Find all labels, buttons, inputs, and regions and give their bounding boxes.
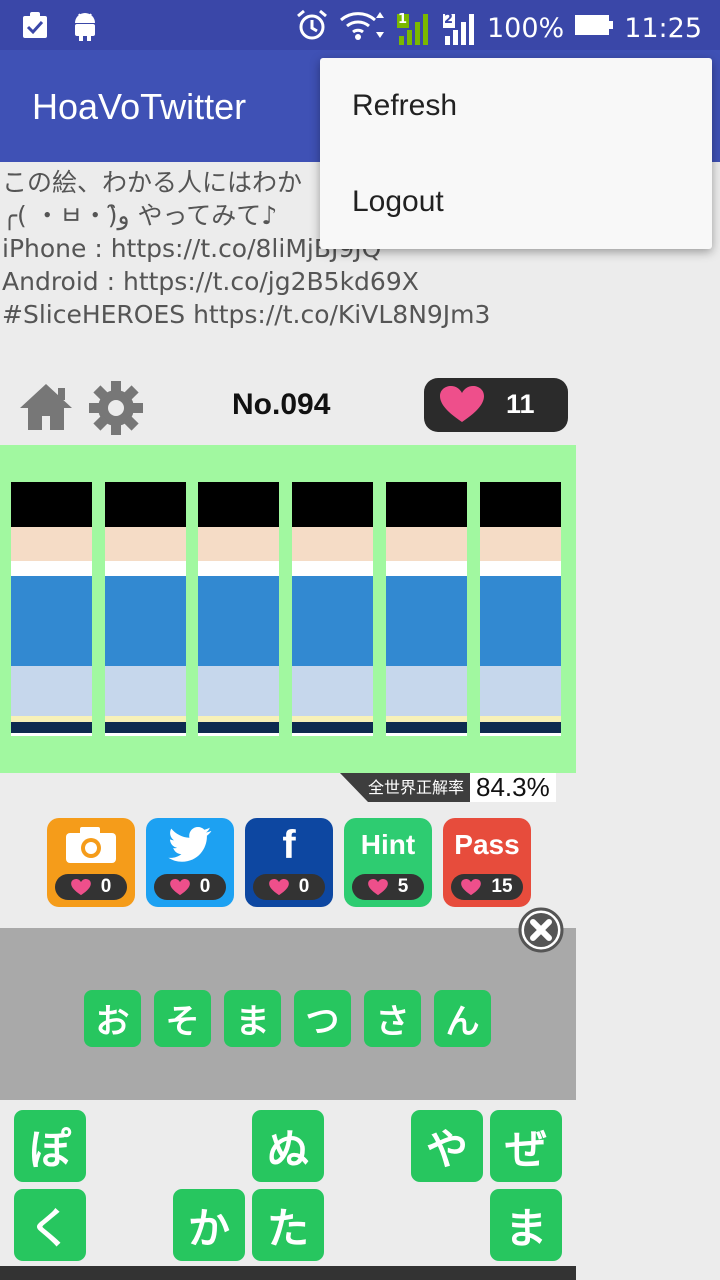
answer-tile[interactable]: ま bbox=[224, 990, 281, 1047]
hearts-counter: 11 bbox=[424, 378, 568, 432]
cost-badge: 0 bbox=[55, 874, 127, 900]
home-icon[interactable] bbox=[18, 380, 74, 440]
bottom-strip bbox=[0, 1266, 576, 1280]
wifi-icon bbox=[339, 8, 385, 49]
letter-grid: ぽ ぬ やぜく かた ま bbox=[0, 1100, 576, 1266]
heart-icon bbox=[70, 878, 91, 896]
heart-icon bbox=[268, 878, 289, 896]
accuracy-rate: 全世界正解率 84.3% bbox=[340, 773, 556, 802]
picture-slice[interactable] bbox=[480, 482, 561, 736]
camera-icon bbox=[47, 824, 135, 866]
close-icon[interactable] bbox=[518, 907, 564, 953]
app-title: HoaVoTwitter bbox=[32, 86, 247, 127]
answer-tile[interactable]: お bbox=[84, 990, 141, 1047]
letter-tile[interactable]: ぬ bbox=[252, 1110, 324, 1182]
heart-icon bbox=[461, 878, 482, 896]
twitter-button[interactable]: 0 bbox=[146, 818, 234, 907]
answer-tile[interactable]: そ bbox=[154, 990, 211, 1047]
letter-tile[interactable]: た bbox=[252, 1189, 324, 1261]
battery-percent: 100% bbox=[486, 13, 565, 44]
cost-value: 0 bbox=[199, 876, 211, 897]
camera-button[interactable]: 0 bbox=[47, 818, 135, 907]
menu-item-refresh[interactable]: Refresh bbox=[320, 58, 712, 154]
picture-slice[interactable] bbox=[292, 482, 373, 736]
picture-slice[interactable] bbox=[386, 482, 467, 736]
answer-tile[interactable]: ん bbox=[434, 990, 491, 1047]
puzzle-picture bbox=[0, 445, 576, 773]
cost-badge: 5 bbox=[352, 874, 424, 900]
hint-label: Hint bbox=[360, 829, 416, 860]
battery-icon bbox=[574, 13, 614, 44]
cost-value: 5 bbox=[397, 876, 409, 897]
letter-tile[interactable]: く bbox=[14, 1189, 86, 1261]
pass-button[interactable]: Pass 15 bbox=[443, 818, 531, 907]
menu-item-logout[interactable]: Logout bbox=[320, 154, 712, 250]
picture-slice[interactable] bbox=[105, 482, 186, 736]
heart-icon bbox=[440, 386, 484, 428]
picture-slice[interactable] bbox=[11, 482, 92, 736]
android-icon bbox=[72, 10, 98, 46]
action-buttons: 0 0 f 0 Hint 5 Pass 15 bbox=[47, 818, 531, 907]
overflow-menu: Refresh Logout bbox=[320, 58, 712, 249]
answer-tile[interactable]: さ bbox=[364, 990, 421, 1047]
cost-badge: 0 bbox=[253, 874, 325, 900]
letter-tile[interactable]: ぽ bbox=[14, 1110, 86, 1182]
tweet-line[interactable]: Android : https://t.co/jg2B5kd69X bbox=[2, 265, 602, 298]
cost-value: 0 bbox=[100, 876, 112, 897]
game-screenshot: No.094 11 全世界正解率 84.3% 0 0 f 0 Hint 5 Pass 15 お… bbox=[0, 332, 576, 1280]
cost-value: 15 bbox=[491, 876, 513, 897]
alarm-icon bbox=[295, 8, 329, 49]
letter-tile[interactable]: や bbox=[411, 1110, 483, 1182]
pass-label: Pass bbox=[454, 829, 520, 860]
settings-gear-icon[interactable] bbox=[88, 380, 144, 440]
cost-badge: 15 bbox=[451, 874, 523, 900]
letter-tile[interactable]: ま bbox=[490, 1189, 562, 1261]
letter-tile[interactable]: ぜ bbox=[490, 1110, 562, 1182]
hint-button[interactable]: Hint 5 bbox=[344, 818, 432, 907]
picture-slice[interactable] bbox=[198, 482, 279, 736]
clock: 11:25 bbox=[624, 13, 702, 44]
status-bar: 1 2 100% 11:25 bbox=[0, 0, 720, 50]
twitter-icon bbox=[146, 824, 234, 866]
letter-tile[interactable]: か bbox=[173, 1189, 245, 1261]
tweet-content: この絵、わかる人にはわか ╭( ・ㅂ・)و̑̑ やってみて♪ iPhone : … bbox=[0, 162, 720, 1280]
facebook-label: f bbox=[282, 822, 296, 867]
clipboard-check-icon bbox=[20, 10, 50, 46]
facebook-button[interactable]: f0 bbox=[245, 818, 333, 907]
sim1-label: 1 bbox=[397, 11, 408, 27]
signal-sim1-icon: 1 bbox=[395, 12, 431, 46]
sim2-label: 2 bbox=[443, 11, 454, 27]
signal-sim2-icon: 2 bbox=[441, 12, 477, 46]
puzzle-number: No.094 bbox=[232, 388, 331, 421]
answer-tile[interactable]: つ bbox=[294, 990, 351, 1047]
heart-icon bbox=[169, 878, 190, 896]
accuracy-value: 84.3% bbox=[470, 773, 556, 802]
answer-area: おそまつさん bbox=[0, 928, 576, 1100]
heart-icon bbox=[367, 878, 388, 896]
hearts-count: 11 bbox=[506, 389, 535, 419]
cost-value: 0 bbox=[298, 876, 310, 897]
tweet-line[interactable]: #SliceHEROES https://t.co/KiVL8N9Jm3 bbox=[2, 298, 602, 331]
cost-badge: 0 bbox=[154, 874, 226, 900]
accuracy-label: 全世界正解率 bbox=[340, 773, 471, 802]
